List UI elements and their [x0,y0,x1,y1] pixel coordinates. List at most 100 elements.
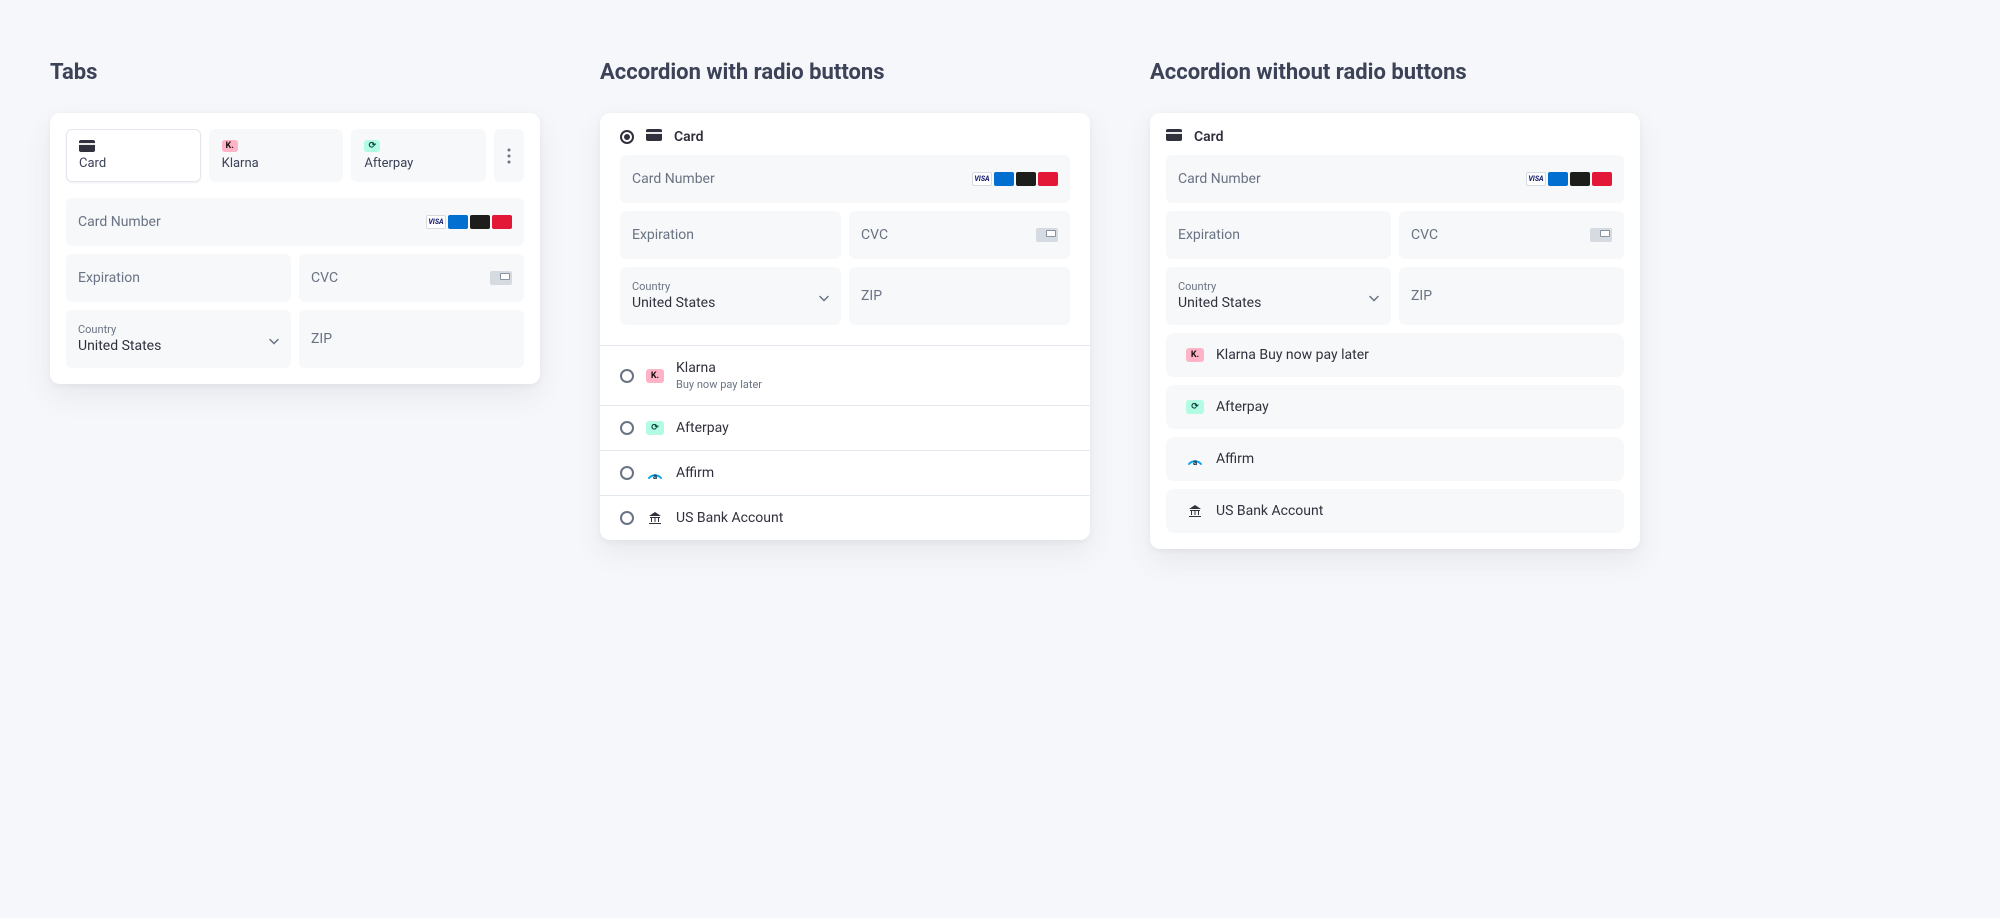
placeholder: ZIP [1411,288,1612,304]
country-select[interactable]: Country United States [620,267,841,325]
expiration-input[interactable]: Expiration [620,211,841,259]
placeholder: Expiration [1178,227,1379,243]
visa-icon: VISA [426,215,446,229]
affirm-icon: a [1186,452,1204,466]
accordion-item-klarna[interactable]: K. Klarna Buy now pay later [600,345,1090,405]
accordion-radio-payment-form: Card Card Number VISA [600,113,1090,540]
amex-icon [1548,172,1568,186]
cvc-input[interactable]: CVC [299,254,524,302]
method-label: Afterpay [676,420,729,436]
field-value: United States [1178,295,1379,311]
afterpay-icon: ⟳ [1186,400,1204,414]
field-label: Country [632,281,829,292]
method-label: Afterpay [1216,399,1269,415]
accordion-item-affirm[interactable]: a Affirm [600,450,1090,495]
section-title-tabs: Tabs [50,60,540,85]
card-icon [646,129,662,145]
card-brand-icons: VISA [426,215,512,229]
method-sublabel: Buy now pay later [676,378,762,391]
field-label: Country [78,324,279,335]
chevron-down-icon [269,330,279,349]
tab-klarna[interactable]: K. Klarna [209,129,344,182]
country-select[interactable]: Country United States [1166,267,1391,325]
afterpay-icon: ⟳ [646,421,664,435]
accordion-item-us-bank[interactable]: US Bank Account [600,495,1090,540]
cvc-input[interactable]: CVC [849,211,1070,259]
mastercard-icon [1016,172,1036,186]
method-label: Affirm [676,465,714,481]
bank-icon [646,511,664,525]
unionpay-icon [1038,172,1058,186]
radio-unselected-icon [620,421,634,435]
section-title-acc-radio: Accordion with radio buttons [600,60,1090,85]
accordion-item-us-bank[interactable]: US Bank Account [1166,489,1624,533]
tab-label: Card [79,156,106,171]
method-label: US Bank Account [1216,503,1323,519]
unionpay-icon [1592,172,1612,186]
accordion-item-affirm[interactable]: a Affirm [1166,437,1624,481]
country-select[interactable]: Country United States [66,310,291,368]
placeholder: CVC [861,227,1058,243]
expiration-input[interactable]: Expiration [1166,211,1391,259]
zip-input[interactable]: ZIP [849,267,1070,325]
klarna-icon: K. [646,369,664,383]
accordion-item-klarna[interactable]: K. Klarna Buy now pay later [1166,333,1624,377]
accordion-item-card[interactable]: Card [1166,129,1624,155]
card-icon [79,140,95,152]
mastercard-icon [470,215,490,229]
placeholder: Expiration [78,270,279,286]
card-number-input[interactable]: Card Number VISA [1166,155,1624,203]
method-label: Card [674,129,703,145]
zip-input[interactable]: ZIP [299,310,524,368]
section-title-acc-plain: Accordion without radio buttons [1150,60,1640,85]
amex-icon [994,172,1014,186]
more-methods-button[interactable] [494,129,524,182]
radio-unselected-icon [620,466,634,480]
field-label: Country [1178,281,1379,292]
field-value: United States [78,338,279,354]
card-number-input[interactable]: Card Number VISA [620,155,1070,203]
card-brand-icons: VISA [972,172,1058,186]
accordion-plain-payment-form: Card Card Number VISA Expiration [1150,113,1640,549]
svg-text:a: a [653,472,658,480]
cvc-icon [1590,228,1612,242]
tab-afterpay[interactable]: ⟳ Afterpay [351,129,486,182]
chevron-down-icon [819,287,829,306]
method-label: Card [1194,129,1223,145]
placeholder: Expiration [632,227,829,243]
klarna-icon: K. [1186,348,1204,362]
radio-unselected-icon [620,369,634,383]
card-number-input[interactable]: Card Number VISA [66,198,524,246]
tab-label: Afterpay [364,156,413,171]
method-label: US Bank Account [676,510,783,526]
klarna-icon: K. [222,140,238,152]
visa-icon: VISA [972,172,992,186]
more-vertical-icon [507,148,511,164]
cvc-icon [1036,228,1058,242]
afterpay-icon: ⟳ [364,140,380,152]
accordion-item-card[interactable]: Card [600,113,1090,155]
chevron-down-icon [1369,287,1379,306]
bank-icon [1186,504,1204,518]
accordion-item-afterpay[interactable]: ⟳ Afterpay [1166,385,1624,429]
tab-card[interactable]: Card [66,129,201,182]
placeholder: ZIP [311,331,512,347]
radio-selected-icon [620,130,634,144]
amex-icon [448,215,468,229]
placeholder: ZIP [861,288,1058,304]
accordion-item-afterpay[interactable]: ⟳ Afterpay [600,405,1090,450]
mastercard-icon [1570,172,1590,186]
radio-unselected-icon [620,511,634,525]
unionpay-icon [492,215,512,229]
method-label: Klarna [676,360,716,376]
tab-label: Klarna [222,156,259,171]
card-icon [1166,129,1182,145]
field-value: United States [632,295,829,311]
placeholder: CVC [1411,227,1612,243]
cvc-input[interactable]: CVC [1399,211,1624,259]
affirm-icon: a [646,466,664,480]
expiration-input[interactable]: Expiration [66,254,291,302]
zip-input[interactable]: ZIP [1399,267,1624,325]
method-sublabel: Buy now pay later [1259,347,1368,363]
method-label: Affirm [1216,451,1254,467]
